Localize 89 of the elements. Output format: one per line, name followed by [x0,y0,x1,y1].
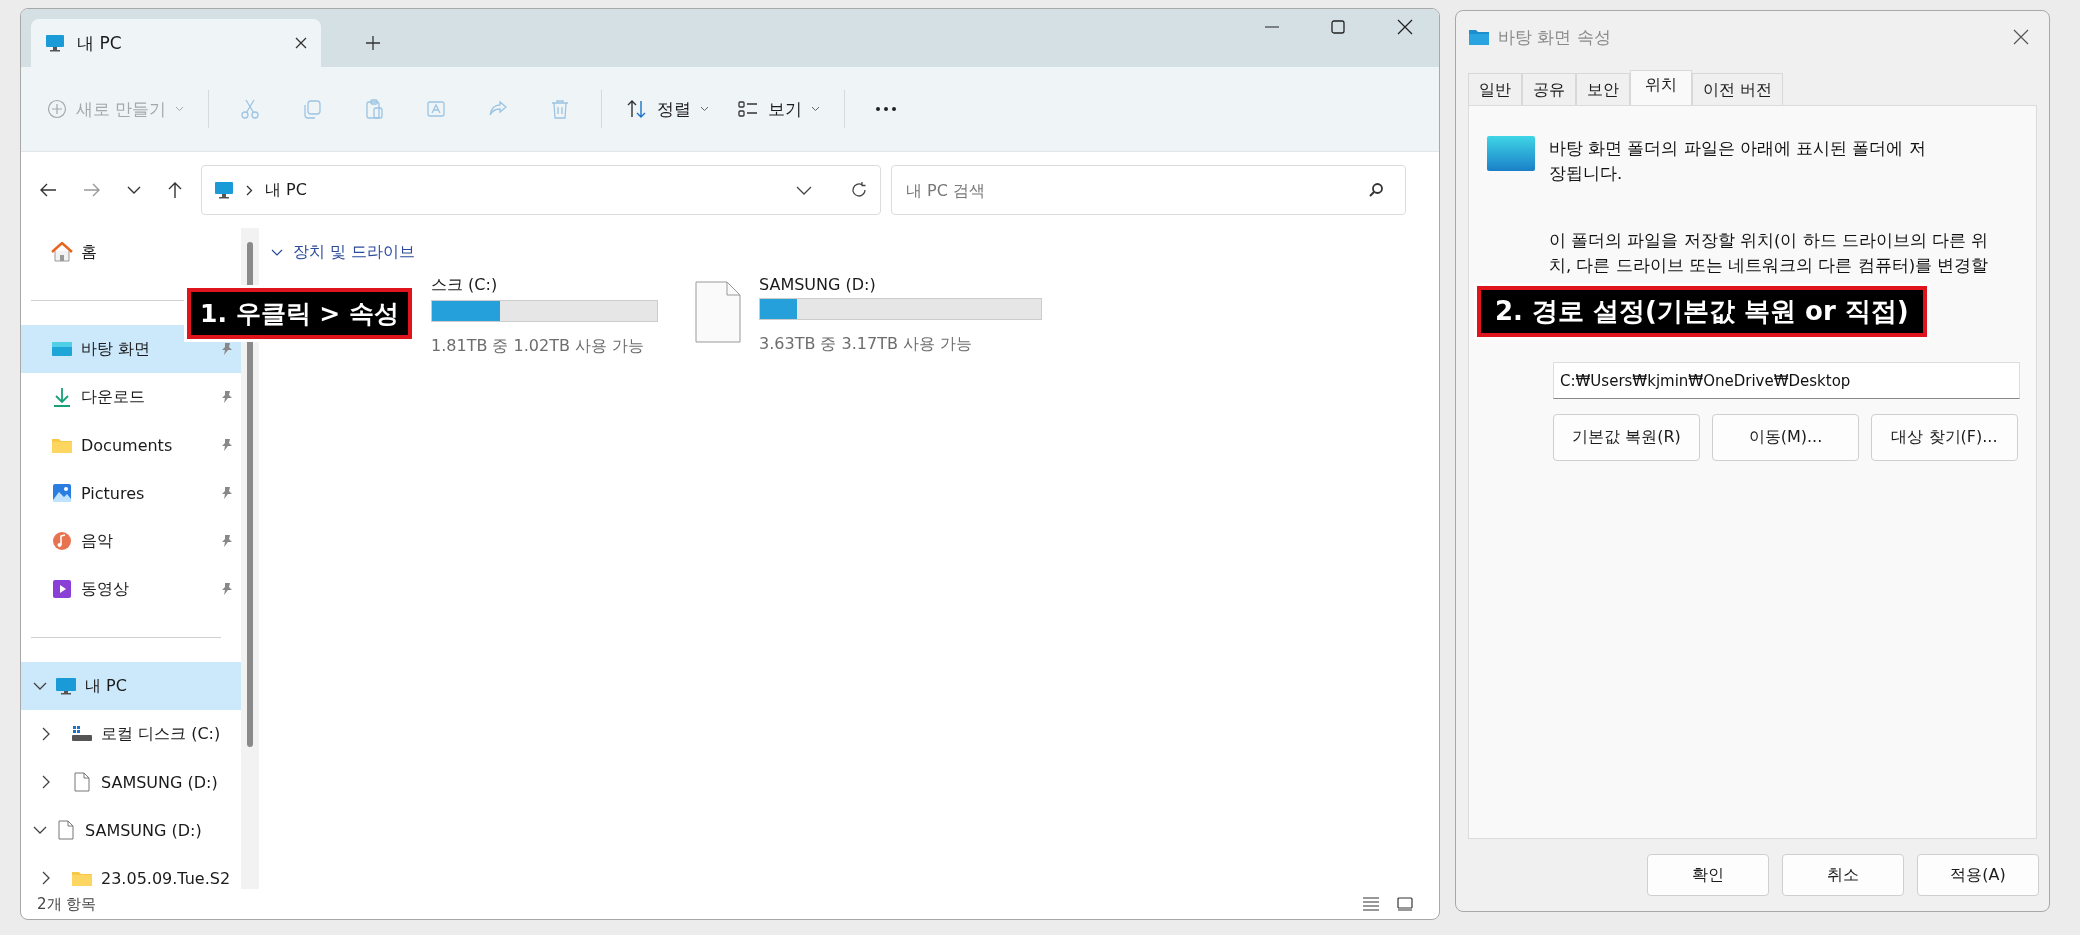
chevron-right-icon [246,184,253,196]
sidebar-item[interactable]: 홈 [21,228,241,276]
tab[interactable]: 공유 [1522,73,1576,105]
plus-circle-icon [47,99,67,119]
video-icon [51,579,73,599]
tree-item[interactable]: SAMSUNG (D:) [21,758,241,806]
monitor-icon [45,34,65,52]
chevron-icon [271,249,283,256]
pc-icon [55,676,77,696]
monitor-icon [214,181,234,199]
sort-button[interactable]: 정렬 [614,89,722,129]
pin-icon[interactable] [221,390,233,404]
search-icon [1368,182,1384,198]
caret-icon [811,106,821,112]
rename-icon [425,98,448,120]
tree-item[interactable]: 내 PC [21,662,241,710]
sidebar-item[interactable]: 동영상 [21,565,241,613]
music-icon [51,531,73,551]
path-field[interactable]: C:₩Users₩kjmin₩OneDrive₩Desktop [1553,362,2020,399]
pin-icon[interactable] [221,342,233,356]
section-header[interactable]: 장치 및 드라이브 [271,242,1439,263]
chevron-down-icon[interactable] [33,682,47,690]
pin-icon[interactable] [221,534,233,548]
chevron-down-icon[interactable] [33,826,47,834]
tiles-view-icon[interactable] [1397,897,1413,911]
tree-item[interactable]: 로컬 디스크 (C:) [21,710,241,758]
dialog-button[interactable]: 취소 [1782,854,1904,896]
maximize-icon[interactable] [1331,20,1345,34]
sidebar-item[interactable]: 음악 [21,517,241,565]
new-tab-icon[interactable] [366,36,380,50]
view-button[interactable]: 보기 [725,89,833,129]
details-view-icon[interactable] [1363,897,1379,911]
desktop-icon [1487,136,1535,172]
annotation-label: 1. 우클릭 > 속성 [187,288,412,339]
pin-icon[interactable] [221,582,233,596]
pin-icon[interactable] [221,486,233,500]
sidebar-item[interactable]: 다운로드 [21,373,241,421]
back-icon[interactable] [39,182,57,198]
dialog-button[interactable]: 확인 [1647,854,1769,896]
clipboard-icon [363,98,386,120]
pictures-icon [51,483,73,503]
close-icon[interactable] [295,37,307,49]
close-icon[interactable] [1397,19,1413,35]
search-field[interactable]: 내 PC 검색 [891,165,1406,215]
drive-name: 스크 (C:) [431,275,499,296]
window-tab[interactable]: 내 PC [31,19,321,67]
desktop-icon [51,339,73,359]
sidebar-item[interactable]: 바탕 화면 [21,325,241,373]
refresh-icon[interactable] [850,181,868,199]
file-icon [71,772,93,792]
copy-icon [301,98,324,120]
sidebar-item[interactable]: Documents [21,421,241,469]
close-icon[interactable] [2013,29,2029,45]
drive-capacity: 1.81TB 중 1.02TB 사용 가능 [431,336,646,357]
action-button[interactable]: 이동(M)... [1712,414,1859,461]
address-bar[interactable]: 내 PC [201,165,881,215]
tab[interactable]: 위치 [1630,70,1692,106]
up-icon[interactable] [167,181,183,199]
dialog-button[interactable]: 적용(A) [1917,854,2039,896]
tab[interactable]: 일반 [1468,73,1522,105]
tab[interactable]: 보안 [1576,73,1630,105]
folder-icon [1468,28,1490,46]
chevron-down-icon[interactable] [127,185,141,195]
description-text: 바탕 화면 폴더의 파일은 아래에 표시된 폴더에 저 장됩니다. [1549,138,1926,185]
home-icon [51,242,73,262]
item-count: 2개 항목 [37,894,97,914]
pin-icon[interactable] [221,438,233,452]
chevron-down-icon[interactable] [796,185,812,195]
dialog-title: 바탕 화면 속성 [1498,25,1611,49]
file-icon [55,820,77,840]
drive-icon [71,724,93,744]
instruction-text: 이 폴더의 파일을 저장할 위치(이 하드 드라이브의 다른 위 치, 다른 드라이브 또는 네트워크의 다른 컴퓨터)를 변경할 [1549,230,1990,277]
caret-icon [175,106,185,112]
view-icon [737,99,760,119]
sidebar-item[interactable]: Pictures [21,469,241,517]
file-icon [695,281,741,343]
tab-title: 내 PC [77,31,122,55]
caret-icon [700,106,710,112]
drive-capacity: 3.63TB 중 3.17TB 사용 가능 [759,334,974,355]
tab[interactable]: 이전 버전 [1692,73,1784,105]
tree-item[interactable]: SAMSUNG (D:) [21,806,241,854]
drive-name: SAMSUNG (D:) [759,275,877,294]
address-location[interactable]: 내 PC [265,179,307,201]
action-button[interactable]: 기본값 복원(R) [1553,414,1700,461]
annotation-label: 2. 경로 설정(기본값 복원 or 직접) [1477,286,1927,337]
scissors-icon [239,98,262,120]
download-icon [51,387,73,407]
more-icon [875,106,898,112]
action-button[interactable]: 대상 찾기(F)... [1871,414,2018,461]
